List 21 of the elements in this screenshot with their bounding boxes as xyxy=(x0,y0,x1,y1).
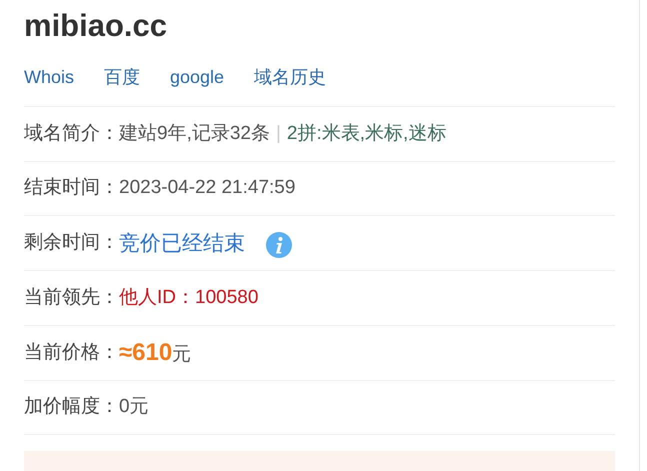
nav-link[interactable]: 百度 xyxy=(104,62,140,92)
domain-title: mibiao.cc xyxy=(24,7,168,45)
leader-text: 他人ID：100580 xyxy=(119,286,258,310)
value-text: 2023-04-22 21:47:59 xyxy=(119,176,296,200)
field-label: 域名简介： xyxy=(24,122,119,146)
separator: | xyxy=(276,122,281,146)
field-label: 当前价格： xyxy=(24,340,119,365)
nav-link[interactable]: 域名历史 xyxy=(254,62,326,92)
nav-link[interactable]: google xyxy=(170,62,224,92)
nav-link[interactable]: Whois xyxy=(24,62,74,92)
value-text: 0元 xyxy=(119,395,149,420)
status-text: 竞价已经结束 xyxy=(119,230,245,257)
price-amount: ≈610 xyxy=(119,338,172,368)
intro-text: 建站9年,记录32条 xyxy=(119,122,270,146)
field-label: 剩余时间： xyxy=(24,231,119,256)
field-label: 结束时间： xyxy=(24,176,119,200)
field-label: 当前领先： xyxy=(24,286,119,310)
info-icon[interactable] xyxy=(265,231,293,260)
currency-unit: 元 xyxy=(172,342,192,367)
pinyin-text: 2拼:米表,米标,迷标 xyxy=(286,122,446,146)
field-label: 加价幅度： xyxy=(24,395,119,420)
